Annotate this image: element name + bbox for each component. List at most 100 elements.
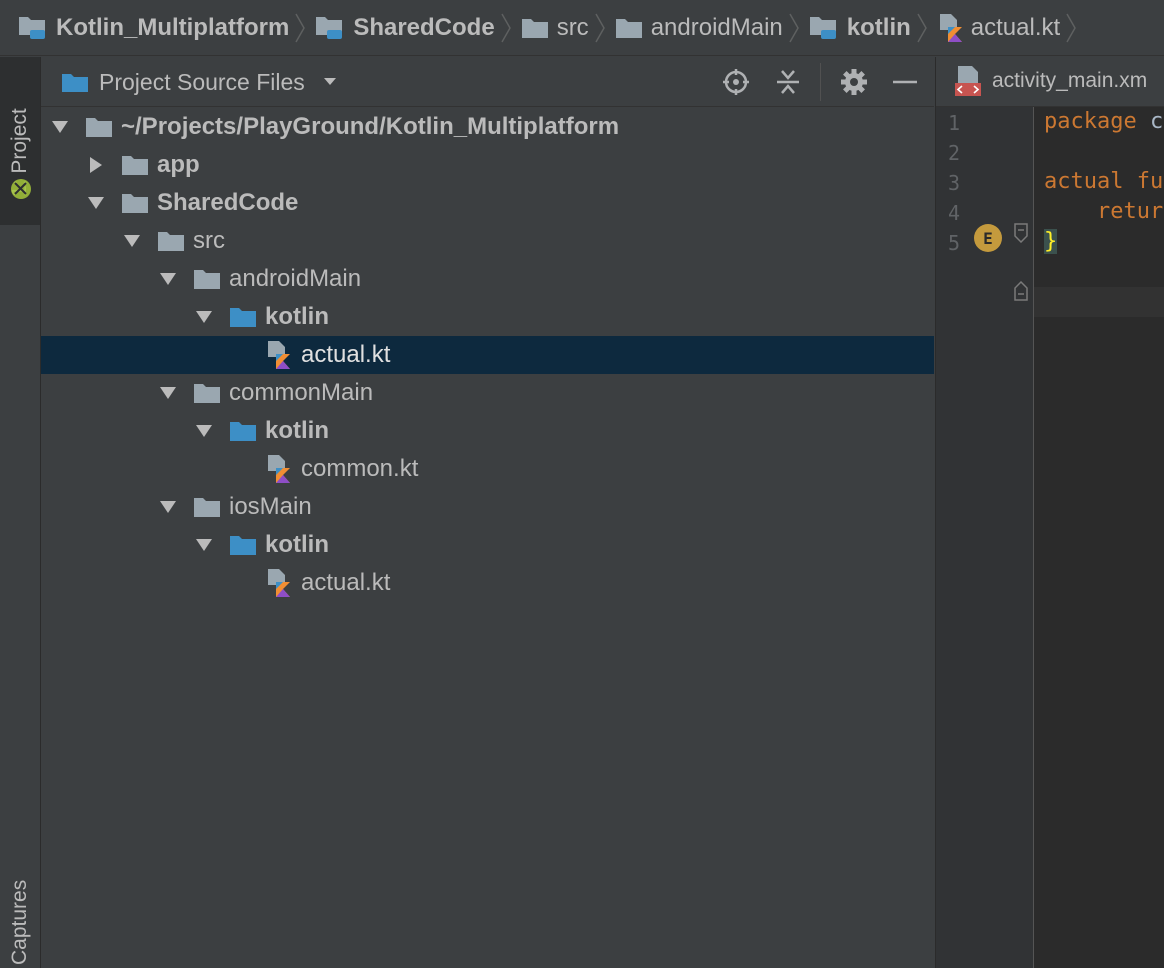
kotlin-file-icon xyxy=(265,568,293,598)
expanded-arrow-icon xyxy=(160,387,176,399)
folder-icon xyxy=(157,230,185,252)
expanded-arrow-icon xyxy=(88,197,104,209)
project-tool-tab[interactable]: 1: Project xyxy=(0,57,40,225)
folder-icon xyxy=(193,382,221,404)
source-folder-icon xyxy=(230,422,256,441)
tree-toggle[interactable] xyxy=(85,192,107,214)
source-folder-icon xyxy=(229,420,257,442)
tree-node[interactable]: SharedCode xyxy=(41,184,934,222)
caret-line-highlight xyxy=(1034,287,1164,317)
tree-node-label: kotlin xyxy=(265,417,329,444)
tree-toggle[interactable] xyxy=(157,496,179,518)
editor-tab-label: activity_main.xm xyxy=(992,69,1148,92)
tree-node-label: actual.kt xyxy=(301,341,391,368)
code-editor: activity_main.xm E 1 2 3 4 5 package c actual… xyxy=(935,57,1164,968)
gear-icon xyxy=(841,69,867,95)
folder-icon xyxy=(521,17,549,39)
tree-toggle[interactable] xyxy=(193,534,215,556)
tree-toggle[interactable] xyxy=(193,306,215,328)
collapsed-arrow-icon xyxy=(90,157,102,173)
project-panel-header: Project Source Files xyxy=(41,57,934,107)
tree-node[interactable]: kotlin xyxy=(41,412,934,450)
breadcrumb-item[interactable]: actual.kt xyxy=(937,13,1060,43)
fold-end-icon[interactable] xyxy=(1014,281,1028,301)
folder-icon xyxy=(521,18,548,38)
module-folder-icon xyxy=(315,15,345,41)
line-number: 5 xyxy=(947,231,960,255)
collapse-all-button[interactable] xyxy=(773,67,803,97)
tree-node-label: iosMain xyxy=(229,493,312,520)
breadcrumb-item[interactable]: Kotlin_Multiplatform xyxy=(18,14,289,42)
code-area[interactable]: package c actual fu retur} xyxy=(1034,107,1164,968)
module-folder-icon xyxy=(809,16,836,39)
folder-icon xyxy=(615,18,642,38)
folder-icon xyxy=(62,74,88,92)
editor-gutter: E 1 2 3 4 5 xyxy=(936,107,1034,968)
source-folder-icon xyxy=(230,308,256,327)
tree-node[interactable]: androidMain xyxy=(41,260,934,298)
settings-button[interactable] xyxy=(839,67,869,97)
locate-file-button[interactable] xyxy=(721,67,751,97)
source-folder-icon xyxy=(229,534,257,556)
breadcrumb-item[interactable]: androidMain xyxy=(615,14,783,42)
editor-tab-activity-main[interactable]: activity_main.xm xyxy=(954,65,1147,97)
left-tool-stripe: 1: Project Captures xyxy=(0,57,41,968)
project-view-selector[interactable]: Project Source Files xyxy=(61,67,337,97)
tree-node[interactable]: src xyxy=(41,222,934,260)
tree-node[interactable]: iosMain xyxy=(41,488,934,526)
tree-toggle[interactable] xyxy=(49,116,71,138)
tree-node-label: ~/Projects/PlayGround/Kotlin_Multiplatfo… xyxy=(121,113,620,140)
fold-start-icon[interactable] xyxy=(1014,223,1028,243)
tree-toggle[interactable] xyxy=(157,268,179,290)
tree-node-label: kotlin xyxy=(265,303,329,330)
tree-toggle[interactable] xyxy=(193,420,215,442)
breadcrumb-label: androidMain xyxy=(650,13,783,41)
project-view-label: Project Source Files xyxy=(99,68,305,95)
breadcrumb-label: Kotlin_Multiplatform xyxy=(56,13,290,41)
tree-node-label: src xyxy=(193,227,225,254)
expanded-arrow-icon xyxy=(196,311,212,323)
tree-toggle[interactable] xyxy=(85,154,107,176)
folder-icon xyxy=(121,192,149,214)
code-line: } xyxy=(1044,227,1058,257)
tree-toggle[interactable] xyxy=(121,230,143,252)
folder-icon xyxy=(158,232,184,251)
tree-node-label: app xyxy=(157,151,200,178)
tree-node[interactable]: common.kt xyxy=(41,450,934,488)
line-number: 2 xyxy=(947,141,960,165)
code-keyword: retur xyxy=(1044,199,1164,224)
folder-icon xyxy=(193,496,221,518)
tree-node[interactable]: app xyxy=(41,146,934,184)
tree-toggle[interactable] xyxy=(157,382,179,404)
tree-node[interactable]: actual.kt xyxy=(41,336,934,374)
tree-node[interactable]: actual.kt xyxy=(41,564,934,602)
expanded-arrow-icon xyxy=(160,501,176,513)
breadcrumb-item[interactable]: SharedCode xyxy=(315,14,495,42)
source-folder-icon xyxy=(229,306,257,328)
tree-node[interactable]: commonMain xyxy=(41,374,934,412)
folder-icon xyxy=(122,156,148,175)
module-folder-icon xyxy=(19,16,45,39)
captures-tool-tab[interactable]: Captures xyxy=(8,869,32,965)
line-number: 3 xyxy=(947,171,960,195)
navigation-breadcrumb: Kotlin_Multiplatform SharedCode src android… xyxy=(0,0,1164,56)
breadcrumb-item[interactable]: src xyxy=(521,14,589,42)
minimize-icon xyxy=(893,80,917,84)
code-text: c xyxy=(1149,109,1164,134)
module-folder-icon xyxy=(809,15,839,41)
kotlin-file-icon xyxy=(265,454,293,484)
module-folder-icon xyxy=(316,16,343,39)
tree-node[interactable]: kotlin xyxy=(41,298,934,336)
expected-declaration-marker[interactable]: E xyxy=(974,224,1002,252)
hide-panel-button[interactable] xyxy=(890,67,920,97)
tree-node-label: SharedCode xyxy=(157,189,299,216)
folder-icon xyxy=(86,118,112,137)
breadcrumb-label: src xyxy=(556,13,589,41)
breadcrumb-item[interactable]: kotlin xyxy=(809,14,911,42)
xml-file-icon xyxy=(955,66,981,96)
expanded-arrow-icon xyxy=(52,121,68,133)
tree-node[interactable]: kotlin xyxy=(41,526,934,564)
folder-icon xyxy=(194,498,220,517)
tree-node-label: androidMain xyxy=(229,265,362,292)
tree-node[interactable]: ~/Projects/PlayGround/Kotlin_Multiplatfo… xyxy=(41,108,934,146)
